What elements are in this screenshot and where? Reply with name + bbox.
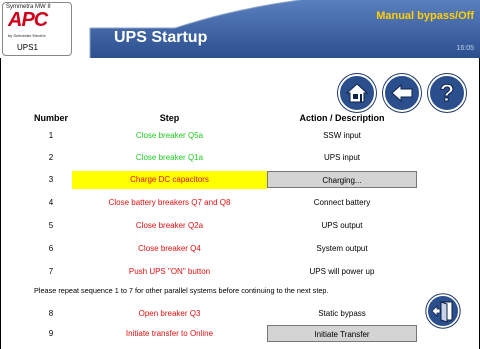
step-label: Close breaker Q2a bbox=[135, 221, 204, 230]
table-row: 4 Close battery breakers Q7 and Q8 Conne… bbox=[0, 193, 480, 213]
row-number: 5 bbox=[48, 221, 54, 230]
step-label-highlighted: Charge DC capacitors bbox=[72, 171, 267, 189]
logo-brand: APC bbox=[8, 9, 48, 31]
row-number: 7 bbox=[48, 267, 54, 276]
action-label: Static bypass bbox=[318, 309, 366, 318]
row-number: 2 bbox=[48, 153, 54, 162]
help-button[interactable]: ? bbox=[428, 74, 466, 112]
row-number: 1 bbox=[48, 131, 54, 140]
back-button[interactable] bbox=[383, 74, 421, 112]
clock: 16:05 bbox=[456, 45, 474, 52]
charging-button[interactable]: Charging... bbox=[267, 171, 417, 188]
unit-name: UPS1 bbox=[17, 43, 38, 52]
home-icon bbox=[345, 83, 369, 103]
step-label: Close breaker Q5a bbox=[135, 131, 204, 140]
table-row-active: 3 Charge DC capacitors Charging... bbox=[0, 170, 480, 190]
table-row: 8 Open breaker Q3 Static bypass bbox=[0, 304, 480, 324]
step-label: Close breaker Q1a bbox=[135, 153, 204, 162]
action-label: UPS output bbox=[321, 221, 363, 230]
help-icon: ? bbox=[439, 80, 455, 106]
table-row: 2 Close breaker Q1a UPS input bbox=[0, 148, 480, 168]
table-row: 6 Close breaker Q4 System output bbox=[0, 239, 480, 259]
action-label: SSW input bbox=[323, 131, 361, 140]
step-label: Push UPS "ON" button bbox=[128, 267, 211, 276]
step-label: Initiate transfer to Online bbox=[125, 329, 214, 338]
mode-status: Manual bypass/Off bbox=[376, 10, 474, 22]
step-label: Close breaker Q4 bbox=[138, 244, 201, 253]
back-arrow-icon bbox=[391, 83, 413, 103]
step-label: Close battery breakers Q7 and Q8 bbox=[108, 198, 231, 207]
table-row: 7 Push UPS "ON" button UPS will power up bbox=[0, 262, 480, 282]
repeat-note: Please repeat sequence 1 to 7 for other … bbox=[34, 286, 329, 295]
apc-logo: Symmetra MW II APC by Schneider Electric… bbox=[2, 2, 72, 56]
table-row: 1 Close breaker Q5a SSW input bbox=[0, 126, 480, 146]
action-label: UPS input bbox=[323, 153, 361, 162]
table-row: 9 Initiate transfer to Online Initiate T… bbox=[0, 324, 480, 344]
header-bar: Symmetra MW II APC by Schneider Electric… bbox=[0, 0, 480, 58]
action-label: Connect battery bbox=[313, 198, 371, 207]
row-number: 8 bbox=[48, 309, 54, 318]
row-number: 6 bbox=[48, 244, 54, 253]
header-background bbox=[0, 0, 480, 58]
header-number: Number bbox=[34, 113, 69, 123]
exit-door-icon bbox=[425, 293, 461, 329]
table-row: 5 Close breaker Q2a UPS output bbox=[0, 216, 480, 236]
action-label: UPS will power up bbox=[309, 267, 375, 276]
header-step: Step bbox=[159, 113, 180, 123]
logo-sub: by Schneider Electric bbox=[8, 33, 46, 38]
row-number: 4 bbox=[48, 198, 54, 207]
action-label: System output bbox=[316, 244, 368, 253]
page-title: UPS Startup bbox=[114, 29, 208, 46]
svg-text:?: ? bbox=[440, 80, 455, 106]
header-action: Action / Description bbox=[299, 113, 385, 123]
row-number: 3 bbox=[48, 175, 54, 184]
exit-button[interactable] bbox=[425, 293, 461, 329]
row-number: 9 bbox=[48, 329, 54, 338]
initiate-transfer-button[interactable]: Initiate Transfer bbox=[267, 325, 417, 342]
home-button[interactable] bbox=[338, 74, 376, 112]
step-label: Open breaker Q3 bbox=[138, 309, 201, 318]
